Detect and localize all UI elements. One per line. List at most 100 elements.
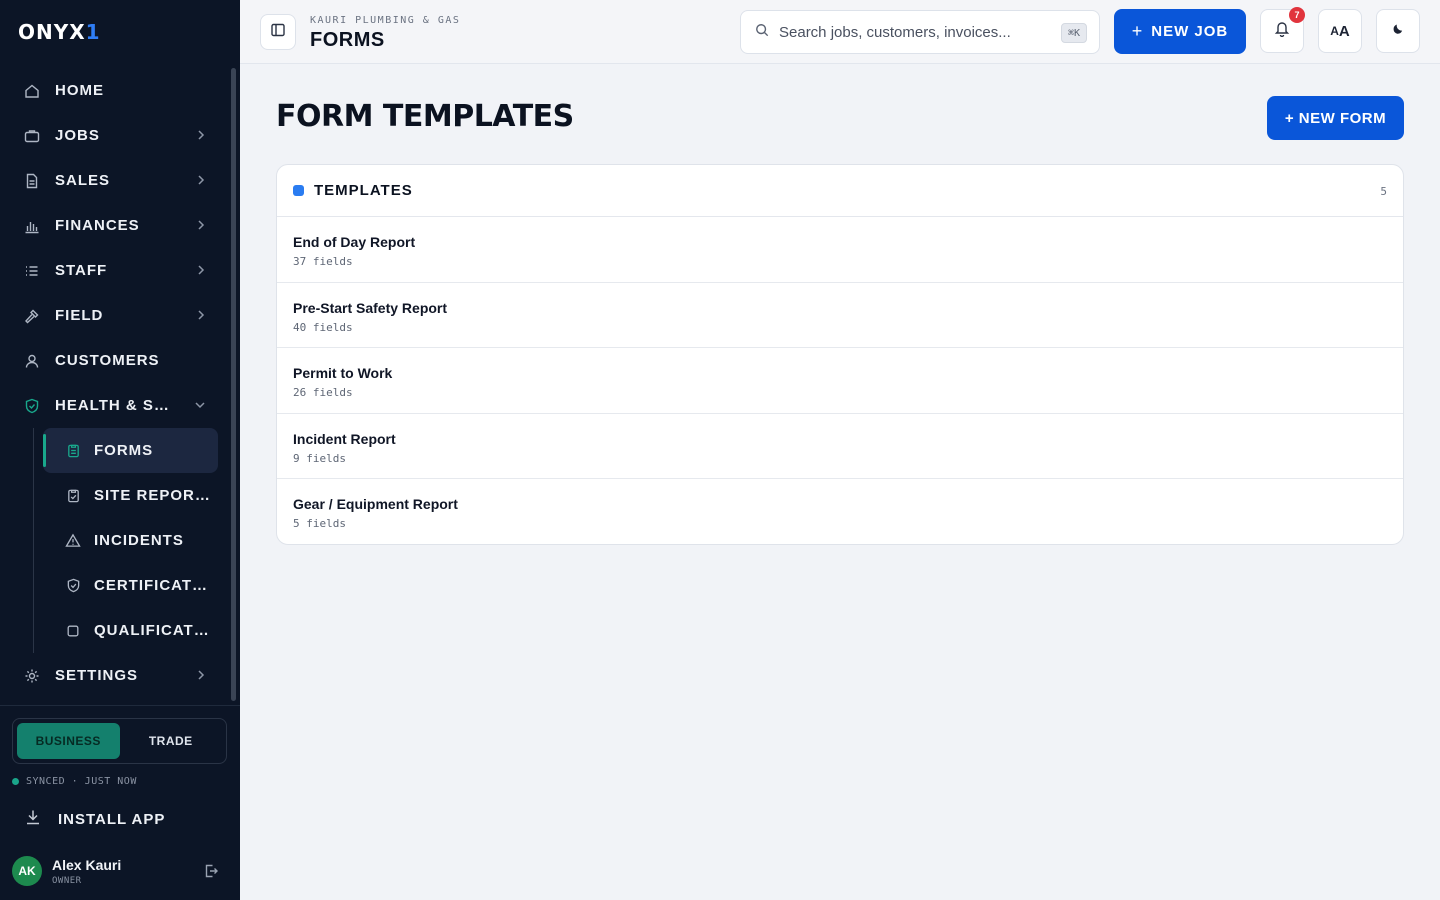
sidebar-subitem-certifications[interactable]: CERTIFICATIONS — [43, 563, 218, 608]
brand-logo[interactable]: ONYX1 — [18, 20, 101, 44]
new-form-button[interactable]: + NEW FORM — [1267, 96, 1404, 140]
template-name: Incident Report — [293, 430, 396, 447]
font-size-large-icon: A — [1338, 22, 1350, 40]
chevron-right-icon — [196, 128, 206, 147]
template-row[interactable]: Permit to Work 26 fields — [277, 348, 1403, 414]
chevron-right-icon — [196, 263, 206, 282]
sidebar-scrollbar[interactable] — [231, 68, 236, 701]
sidebar-nav: HOME JOBS SALES FINANCES STAFF FIELD CUS… — [12, 68, 226, 698]
notification-badge: 7 — [1289, 7, 1305, 23]
page-title: FORMS — [310, 29, 385, 51]
sidebar-item-jobs[interactable]: JOBS — [12, 113, 226, 158]
sidebar-subitem-forms[interactable]: FORMS — [43, 428, 218, 473]
template-name: Gear / Equipment Report — [293, 496, 458, 512]
submenu-guide-line — [33, 428, 34, 653]
install-app-button[interactable]: INSTALL APP — [24, 808, 165, 831]
search-bar: ⌘K — [740, 10, 1100, 54]
chevron-right-icon — [196, 173, 206, 192]
sidebar-item-field[interactable]: FIELD — [12, 293, 226, 338]
mode-toggle: BUSINESS TRADE — [12, 718, 227, 764]
mode-business-button[interactable]: BUSINESS — [17, 723, 120, 759]
sidebar-subitem-qualifications[interactable]: QUALIFICATIONS — [43, 608, 218, 653]
notifications-button[interactable]: 7 — [1260, 7, 1305, 53]
templates-marker-icon — [293, 185, 304, 196]
user-icon — [23, 352, 41, 370]
sidebar-subitem-site-reports[interactable]: SITE REPORTS — [43, 473, 218, 518]
sidebar-toggle-icon — [270, 22, 286, 43]
templates-card-header: TEMPLATES 5 — [277, 165, 1403, 217]
chevron-down-icon — [194, 398, 206, 417]
templates-count: 5 — [1380, 185, 1387, 198]
user-name: Alex Kauri — [52, 856, 122, 873]
sidebar-item-customers[interactable]: CUSTOMERS — [12, 338, 226, 383]
clipboard-icon — [65, 443, 81, 459]
sidebar-item-label: FIELD — [55, 307, 104, 324]
sidebar-item-home[interactable]: HOME — [12, 68, 226, 113]
sync-status-dot — [12, 778, 19, 785]
bar-chart-icon — [23, 217, 41, 235]
sidebar-item-label: CUSTOMERS — [55, 352, 160, 369]
search-input[interactable] — [779, 23, 1049, 41]
sidebar-subitem-label: INCIDENTS — [94, 532, 184, 549]
download-icon — [24, 808, 42, 831]
sidebar-item-settings[interactable]: SETTINGS — [12, 653, 226, 698]
sidebar-item-label: SETTINGS — [55, 667, 139, 684]
template-name: End of Day Report — [293, 234, 416, 250]
template-row[interactable]: Pre-Start Safety Report 40 fields — [277, 283, 1403, 348]
template-field-count: 37 fields — [293, 255, 353, 268]
search-icon — [755, 23, 769, 42]
template-row[interactable]: End of Day Report 37 fields — [277, 217, 1403, 283]
chevron-right-icon — [196, 218, 206, 237]
document-icon — [23, 172, 41, 190]
sidebar-item-staff[interactable]: STAFF — [12, 248, 226, 293]
template-row[interactable]: Gear / Equipment Report 5 fields — [277, 479, 1403, 544]
sidebar: ONYX1 HOME JOBS SALES FINANCES STAFF FIE… — [0, 0, 240, 900]
health-safety-submenu: FORMS SITE REPORTS INCIDENTS CERTIFICATI… — [32, 428, 226, 653]
sidebar-item-label: SALES — [55, 172, 111, 189]
sidebar-subitem-incidents[interactable]: INCIDENTS — [43, 518, 218, 563]
shield-check-icon — [23, 397, 41, 415]
template-name: Pre-Start Safety Report — [293, 299, 448, 316]
square-icon — [65, 623, 81, 639]
logout-icon[interactable] — [203, 863, 219, 884]
sidebar-toggle-button[interactable] — [260, 14, 296, 50]
font-size-button[interactable]: AA — [1318, 9, 1362, 53]
plus-icon: + — [1131, 21, 1144, 41]
new-job-button[interactable]: + NEW JOB — [1114, 9, 1246, 54]
sidebar-item-sales[interactable]: SALES — [12, 158, 226, 203]
topbar: KAURI PLUMBING & GAS FORMS ⌘K + NEW JOB … — [240, 0, 1440, 64]
home-icon — [23, 82, 41, 100]
sidebar-item-label: HOME — [55, 82, 104, 99]
gear-icon — [23, 667, 41, 685]
list-icon — [23, 262, 41, 280]
hammer-icon — [23, 307, 41, 325]
sidebar-item-label: HEALTH & SAFETY — [55, 397, 177, 414]
sidebar-subitem-label: FORMS — [94, 442, 154, 459]
mode-trade-button[interactable]: TRADE — [120, 723, 223, 759]
clipboard-check-icon — [65, 488, 81, 504]
template-field-count: 5 fields — [293, 517, 346, 530]
avatar[interactable]: AK — [12, 856, 42, 886]
font-size-small-icon: A — [1330, 24, 1339, 38]
template-row[interactable]: Incident Report 9 fields — [277, 414, 1403, 479]
sync-status-text: SYNCED · JUST NOW — [26, 776, 137, 787]
template-field-count: 40 fields — [293, 320, 353, 334]
warning-icon — [65, 533, 81, 549]
sidebar-subitem-label: CERTIFICATIONS — [94, 577, 212, 594]
organization-name: KAURI PLUMBING & GAS — [310, 15, 461, 26]
new-job-label: NEW JOB — [1151, 23, 1229, 40]
sidebar-item-health-safety[interactable]: HEALTH & SAFETY — [12, 383, 226, 428]
sidebar-item-label: JOBS — [55, 127, 100, 144]
template-name: Permit to Work — [293, 365, 393, 381]
templates-card: TEMPLATES 5 End of Day Report 37 fields … — [276, 164, 1404, 545]
user-role: OWNER — [52, 875, 82, 886]
user-profile: AK Alex Kauri OWNER — [12, 855, 227, 887]
theme-toggle-button[interactable] — [1376, 9, 1420, 53]
shield-icon — [65, 578, 81, 594]
briefcase-icon — [23, 127, 41, 145]
template-field-count: 9 fields — [293, 451, 346, 465]
sidebar-item-finances[interactable]: FINANCES — [12, 203, 226, 248]
chevron-right-icon — [196, 308, 206, 327]
sidebar-item-label: STAFF — [55, 262, 108, 279]
moon-icon — [1392, 22, 1405, 40]
